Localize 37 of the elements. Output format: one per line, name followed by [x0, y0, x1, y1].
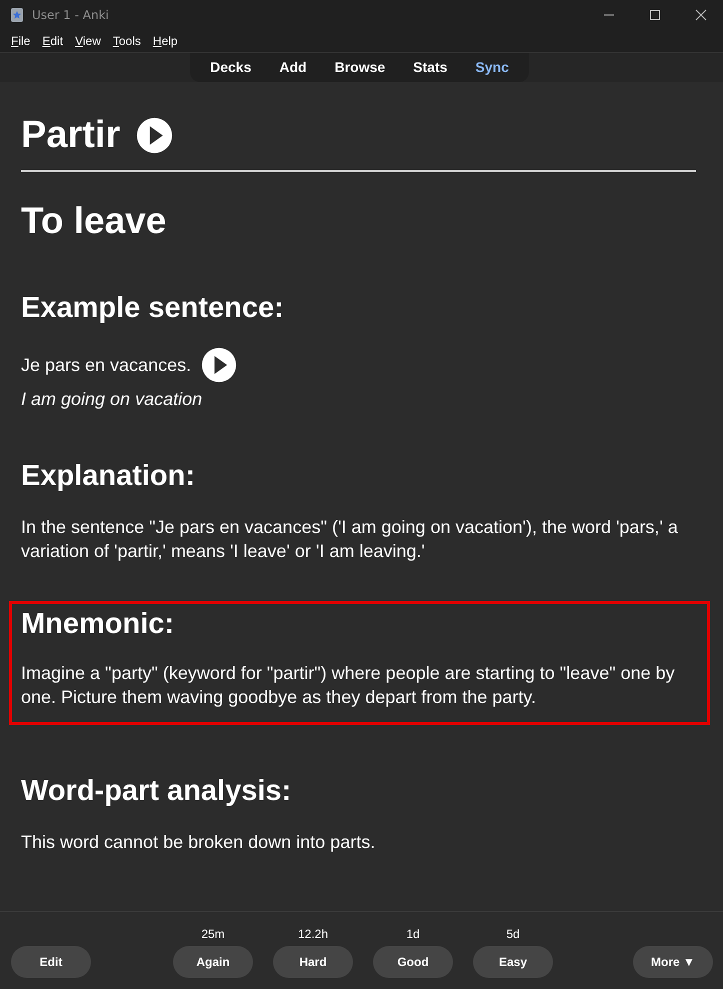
toolbar-link[interactable]: Browse	[334, 59, 386, 75]
answer-button[interactable]: Hard	[273, 946, 353, 978]
section-text: In the sentence "Je pars en vacances" ('I am going on vacation'), the word 'pars,' a variation of 'partir,' means 'I leave' or 'I am leaving.'	[21, 516, 679, 563]
edit-button[interactable]: Edit	[11, 946, 91, 978]
card-word: Partir	[21, 114, 120, 157]
section-text: This word cannot be broken down into parts.	[21, 831, 376, 854]
section-heading: Example sentence:	[21, 292, 285, 325]
more-button[interactable]: More ▼	[633, 946, 713, 978]
card-meaning: To leave	[21, 200, 168, 242]
answer-button[interactable]: Again	[173, 946, 253, 978]
menu-item[interactable]: View	[75, 34, 101, 48]
answer-button[interactable]: Easy	[473, 946, 553, 978]
toolbar-link[interactable]: Stats	[413, 59, 448, 75]
menu-item[interactable]: Tools	[112, 34, 141, 48]
answer-button[interactable]: Good	[373, 946, 453, 978]
section-heading: Explanation:	[21, 460, 196, 493]
section-text: Imagine a "party" (keyword for "partir") where people are starting to "leave" one by one. Picture them waving goodbye as they depart from the party.	[21, 662, 676, 709]
toolbar-link[interactable]: Decks	[210, 59, 252, 75]
translation: I am going on vacation	[21, 389, 204, 410]
interval-label: 5d	[506, 927, 520, 941]
app-icon	[10, 7, 24, 23]
example-sentence: Je pars en vacances.	[21, 354, 192, 376]
section-heading: Word-part analysis:	[21, 775, 292, 808]
play-icon[interactable]	[201, 347, 238, 383]
section-heading: Mnemonic:	[21, 608, 176, 641]
toolbar-link[interactable]: Add	[279, 59, 307, 75]
interval-label: 1d	[406, 927, 420, 941]
window-title: User 1 - Anki	[32, 8, 109, 22]
toolbar-link[interactable]: Sync	[475, 59, 509, 75]
menu-item[interactable]: Help	[152, 34, 178, 48]
menu-item[interactable]: File	[11, 34, 30, 48]
interval-label: 25m	[201, 927, 225, 941]
interval-label: 12.2h	[298, 927, 328, 941]
play-icon[interactable]	[136, 117, 174, 154]
close-icon[interactable]	[695, 9, 707, 21]
menu-item[interactable]: Edit	[42, 34, 64, 48]
maximize-icon[interactable]	[649, 9, 661, 21]
